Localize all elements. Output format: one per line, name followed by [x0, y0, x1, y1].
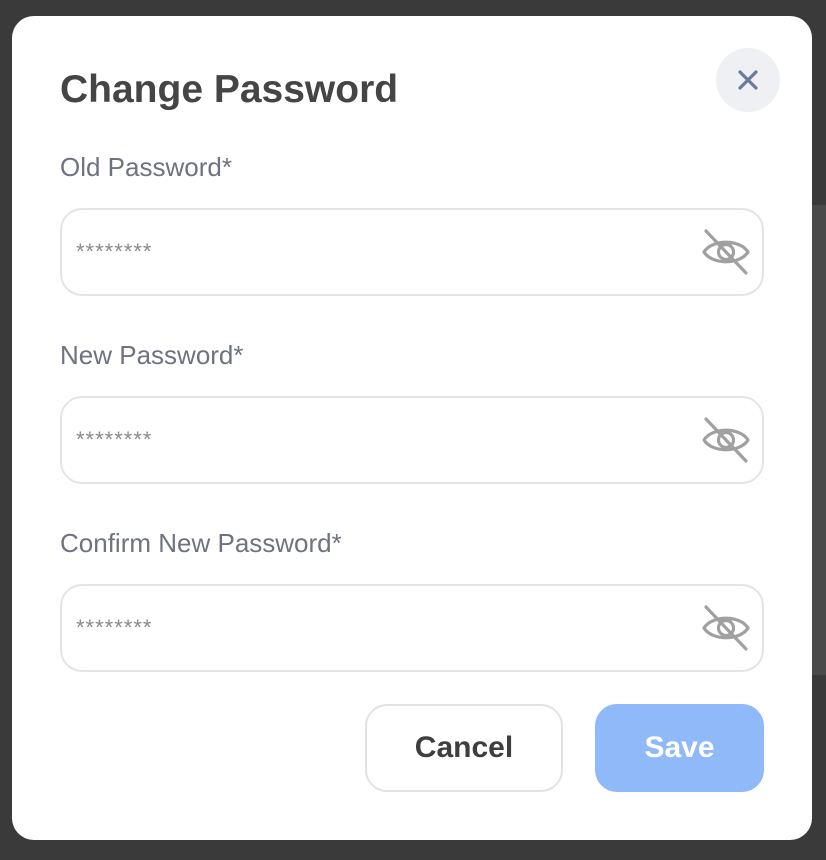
- save-button[interactable]: Save: [595, 704, 764, 792]
- old-password-input[interactable]: [76, 210, 676, 294]
- cancel-button[interactable]: Cancel: [365, 704, 563, 792]
- close-button[interactable]: [716, 48, 780, 112]
- new-password-label: New Password*: [60, 340, 244, 370]
- confirm-password-field: [60, 584, 764, 672]
- toggle-confirm-password-visibility[interactable]: [700, 602, 752, 654]
- confirm-password-input[interactable]: [76, 586, 676, 670]
- eye-off-icon: [702, 417, 750, 463]
- eye-off-icon: [702, 605, 750, 651]
- toggle-old-password-visibility[interactable]: [700, 226, 752, 278]
- confirm-password-label: Confirm New Password*: [60, 528, 342, 558]
- old-password-label: Old Password*: [60, 152, 232, 182]
- background-panel: [812, 205, 826, 675]
- change-password-dialog: Change Password Old Password* New Passwo…: [12, 16, 812, 840]
- dialog-title: Change Password: [60, 68, 399, 111]
- toggle-new-password-visibility[interactable]: [700, 414, 752, 466]
- old-password-field: [60, 208, 764, 296]
- new-password-input[interactable]: [76, 398, 676, 482]
- new-password-field: [60, 396, 764, 484]
- eye-off-icon: [702, 229, 750, 275]
- close-icon: [738, 70, 758, 90]
